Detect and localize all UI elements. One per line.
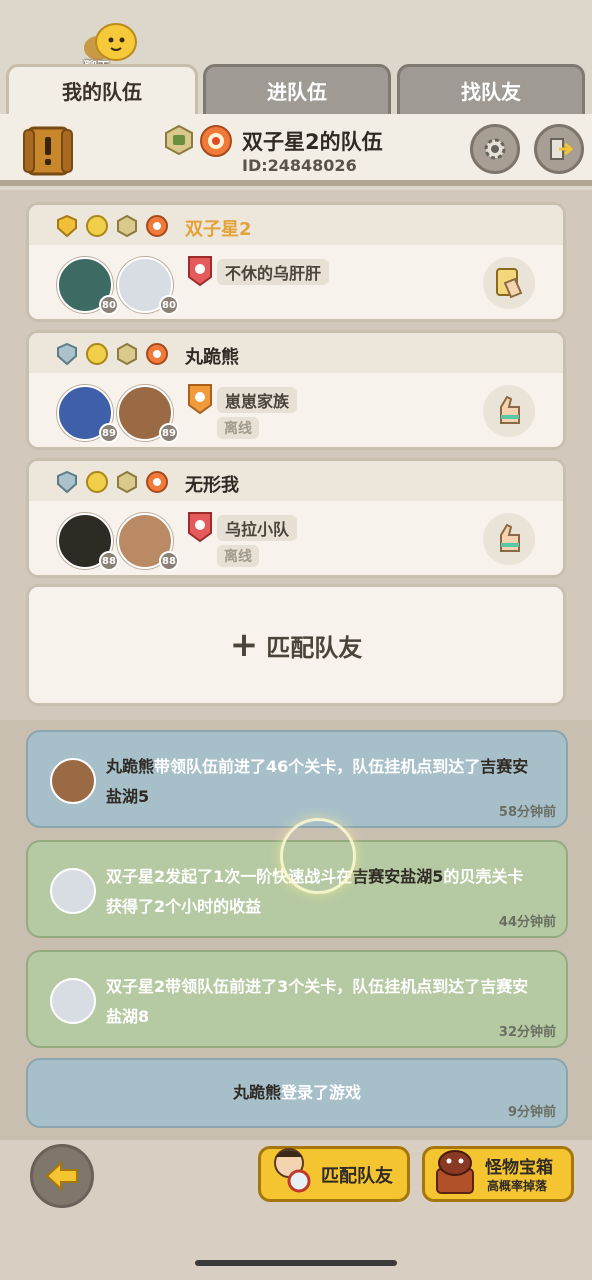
log-text: 丸跪熊带领队伍前进了46个关卡，队伍挂机点到达了吉赛安盐湖5 <box>106 752 536 812</box>
member-card[interactable]: 丸跪熊 89 89 崽崽家族 离线 <box>26 330 566 450</box>
sparkle-effect <box>280 818 356 894</box>
tab-find-teammate[interactable]: 找队友 <box>397 64 585 114</box>
level-badge: 80 <box>159 295 179 315</box>
mushroom-badge-icon <box>146 215 168 237</box>
tab-my-team[interactable]: 我的队伍 <box>6 64 198 114</box>
match-slot-label: 匹配队友 <box>266 633 363 662</box>
member-card[interactable]: 双子星2 80 80 不休的乌肝肝 <box>26 202 566 322</box>
exit-team-button[interactable] <box>534 124 584 174</box>
member-badges <box>55 214 169 238</box>
gear-icon <box>484 138 506 160</box>
log-time: 9分钟前 <box>507 1105 556 1120</box>
log-actor: 丸跪熊 <box>106 757 155 776</box>
level-badge: 88 <box>159 551 179 571</box>
log-time: 58分钟前 <box>498 805 556 820</box>
magnifier-character-icon <box>274 1148 311 1193</box>
team-id: ID:24848026 <box>242 156 357 175</box>
guild-name: 不休的乌肝肝 <box>217 259 330 285</box>
thumbs-hand-icon <box>500 523 520 552</box>
level-badge: 88 <box>99 551 119 571</box>
member-card[interactable]: 无形我 88 88 乌拉小队 离线 <box>26 458 566 578</box>
home-indicator <box>195 1260 397 1266</box>
match-button-label: 匹配队友 <box>321 1166 393 1187</box>
guild-icon <box>188 512 212 543</box>
log-entry: 丸跪熊带领队伍前进了46个关卡，队伍挂机点到达了吉赛安盐湖5 58分钟前 <box>26 730 568 828</box>
log-text: 双子星2带领队伍前进了3个关卡，队伍挂机点到达了吉赛安盐湖8 <box>106 972 536 1032</box>
card-hand-button[interactable] <box>483 257 535 309</box>
match-teammate-slot[interactable]: + 匹配队友 <box>26 584 566 706</box>
guild-name: 崽崽家族 <box>217 387 298 413</box>
smile-badge-icon <box>86 215 108 237</box>
back-arrow-icon <box>45 1161 78 1191</box>
team-emblem-icon <box>200 125 232 157</box>
log-entry: 丸跪熊登录了游戏 9分钟前 <box>26 1058 568 1128</box>
log-message: 带领队伍前进了3个关卡，队伍挂机点到达了 <box>165 977 481 996</box>
like-hand-button[interactable] <box>483 513 535 565</box>
smile-badge-icon <box>86 471 108 493</box>
team-title: 双子星2的队伍 <box>242 130 383 154</box>
plus-icon: + <box>229 625 259 665</box>
avatar <box>50 758 96 804</box>
team-header: 双子星2的队伍 ID:24848026 <box>0 114 592 186</box>
rank-badge-icon <box>165 124 193 156</box>
log-message: 带领队伍前进了46个关卡，队伍挂机点到达了 <box>154 757 481 776</box>
member-badges <box>55 342 169 366</box>
like-hand-button[interactable] <box>483 385 535 437</box>
exit-arrow-icon <box>550 138 573 160</box>
guild-name: 乌拉小队 <box>217 515 298 541</box>
mushroom-badge-icon <box>146 343 168 365</box>
hex-badge-icon <box>117 214 137 238</box>
member-badges <box>55 470 169 494</box>
rank-shield-icon <box>57 342 77 366</box>
avatar <box>50 978 96 1024</box>
chest-title: 怪物宝箱 <box>485 1158 553 1178</box>
rank-shield-icon <box>57 470 77 494</box>
card-hand-icon <box>496 268 523 299</box>
member-name: 双子星2 <box>185 219 252 240</box>
offline-status: 离线 <box>217 417 259 439</box>
log-message: 登录了游戏 <box>281 1083 362 1102</box>
monster-chest-button[interactable]: 怪物宝箱 高概率掉落 <box>422 1146 574 1202</box>
level-badge: 80 <box>99 295 119 315</box>
level-badge: 89 <box>99 423 119 443</box>
log-location: 吉赛安盐湖5 <box>352 867 444 886</box>
log-actor: 丸跪熊 <box>232 1083 281 1102</box>
back-button[interactable] <box>30 1144 94 1208</box>
offline-status: 离线 <box>217 545 259 567</box>
settings-gear-button[interactable] <box>470 124 520 174</box>
log-actor: 双子星2 <box>106 867 166 886</box>
log-text: 丸跪熊登录了游戏 <box>28 1078 566 1108</box>
hex-badge-icon <box>117 470 137 494</box>
guild-icon <box>188 384 212 415</box>
level-badge: 89 <box>159 423 179 443</box>
member-name: 无形我 <box>185 475 239 496</box>
log-time: 44分钟前 <box>498 915 556 930</box>
avatar <box>50 868 96 914</box>
monster-chest-icon <box>436 1150 474 1194</box>
match-teammate-button[interactable]: 匹配队友 <box>258 1146 410 1202</box>
chest-subtitle: 高概率掉落 <box>487 1179 548 1193</box>
notice-scroll-icon[interactable] <box>22 124 74 178</box>
guild-icon <box>188 256 212 287</box>
mushroom-badge-icon <box>146 471 168 493</box>
rank-shield-icon <box>57 214 77 238</box>
tab-join-team[interactable]: 进队伍 <box>203 64 391 114</box>
log-time: 32分钟前 <box>498 1025 556 1040</box>
log-actor: 双子星2 <box>106 977 166 996</box>
smile-badge-icon <box>86 343 108 365</box>
log-entry: 双子星2带领队伍前进了3个关卡，队伍挂机点到达了吉赛安盐湖8 32分钟前 <box>26 950 568 1048</box>
member-name: 丸跪熊 <box>185 347 239 368</box>
hex-badge-icon <box>117 342 137 366</box>
thumbs-hand-icon <box>500 395 520 424</box>
